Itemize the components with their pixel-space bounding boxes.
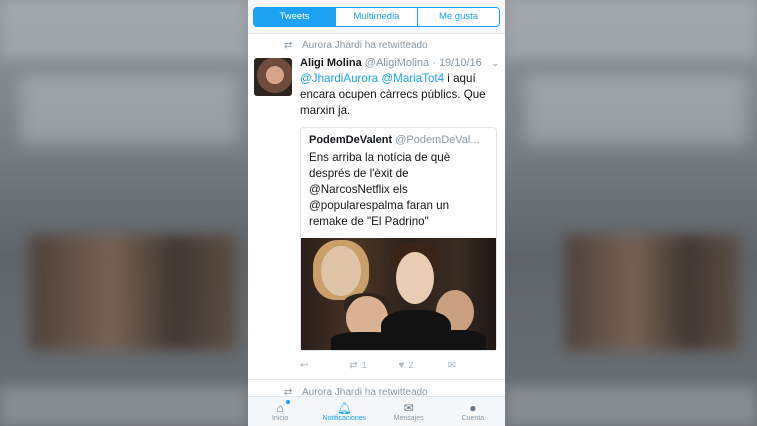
- image-figure: [426, 330, 486, 350]
- reply-icon: ↩: [300, 359, 309, 371]
- person-icon: ●: [469, 400, 477, 415]
- quoted-tweet[interactable]: PodemDeValent @PodemDeVal... Ens arriba …: [300, 127, 497, 351]
- nav-label: Inicio: [271, 414, 289, 422]
- notification-dot: [286, 400, 291, 404]
- nav-label: Cuenta: [461, 414, 485, 422]
- nav-notificaciones[interactable]: 🔔︎ Notificaciones: [312, 397, 376, 426]
- retweet-button[interactable]: ⇄ 1: [349, 360, 398, 371]
- quoted-tweet-header: PodemDeValent @PodemDeVal...: [309, 134, 488, 146]
- bell-icon: 🔔︎: [336, 400, 352, 415]
- quoted-author-name: PodemDeValent: [309, 134, 393, 146]
- envelope-icon: ✉: [447, 359, 457, 371]
- author-name[interactable]: Aligi Molina: [300, 57, 362, 69]
- quoted-tweet-text: Ens arriba la notícia de què després de …: [309, 151, 451, 228]
- profile-tabs-bar: Tweets Multimedia Me gusta: [248, 0, 505, 34]
- chevron-down-icon[interactable]: ⌄: [491, 58, 499, 69]
- retweet-icon: ⇄: [284, 39, 293, 51]
- quoted-author-handle: @PodemDeVal...: [395, 134, 480, 146]
- retweet-count: 1: [361, 360, 367, 370]
- home-icon: ⌂: [276, 400, 284, 415]
- tab-tweets[interactable]: Tweets: [254, 7, 335, 26]
- bottom-nav: ⌂ Inicio 🔔︎ Notificaciones ✉ Mensajes ● …: [248, 396, 505, 426]
- tweet-header: Aligi Molina @AligiMolina · 19/10/16: [300, 56, 497, 70]
- image-figure: [396, 252, 434, 304]
- mention-link[interactable]: @MariaTot4: [381, 72, 444, 85]
- tweet-date: · 19/10/16: [432, 57, 482, 69]
- dm-button[interactable]: ✉: [448, 360, 497, 371]
- nav-label: Mensajes: [393, 414, 424, 422]
- like-count: 2: [408, 360, 414, 370]
- retweet-context-text: Aurora Jhardi ha retwitteado: [302, 39, 428, 51]
- tab-multimedia[interactable]: Multimedia: [335, 7, 417, 26]
- avatar[interactable]: [254, 58, 292, 96]
- nav-label: Notificaciones: [322, 414, 367, 422]
- retweet-context: ⇄ Aurora Jhardi ha retwitteado: [248, 34, 505, 56]
- tweet-actions: ↩ ⇄ 1 ♥ 2 ✉: [300, 351, 497, 379]
- tab-me-gusta[interactable]: Me gusta: [417, 7, 499, 26]
- envelope-icon: ✉: [403, 400, 414, 415]
- mention-link[interactable]: @JhardiAurora: [300, 72, 378, 85]
- quoted-tweet-image[interactable]: [301, 238, 496, 350]
- nav-cuenta[interactable]: ● Cuenta: [441, 397, 505, 426]
- tweet-text: @JhardiAurora @MariaTot4 i aquí encara o…: [300, 71, 497, 119]
- segmented-tabs: Tweets Multimedia Me gusta: [253, 6, 500, 27]
- tweet[interactable]: ⌄ Aligi Molina @AligiMolina · 19/10/16 @…: [248, 56, 505, 379]
- retweet-icon: ⇄: [349, 359, 358, 371]
- reply-button[interactable]: ↩: [300, 360, 349, 371]
- nav-inicio[interactable]: ⌂ Inicio: [248, 397, 312, 426]
- phone-screen: Tweets Multimedia Me gusta ⇄ Aurora Jhar…: [248, 0, 505, 426]
- image-figure: [331, 332, 401, 350]
- blurred-background-left: [0, 0, 248, 426]
- blurred-background-right: [505, 0, 757, 426]
- like-button[interactable]: ♥ 2: [399, 360, 448, 371]
- heart-icon: ♥: [398, 359, 405, 371]
- image-figure: [321, 246, 361, 296]
- author-handle[interactable]: @AligiMolina: [365, 57, 429, 69]
- nav-mensajes[interactable]: ✉ Mensajes: [377, 397, 441, 426]
